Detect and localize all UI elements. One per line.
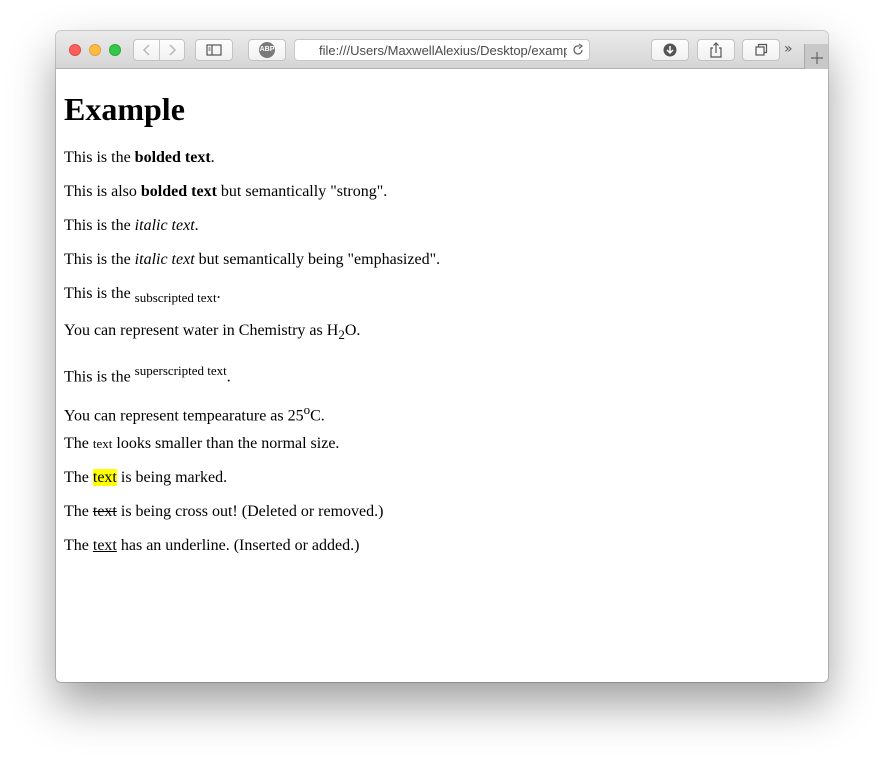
- marked-text: text: [92, 469, 117, 486]
- paragraph-deleted: The text is being cross out! (Deleted or…: [64, 502, 383, 522]
- inserted-text: text: [92, 537, 117, 554]
- text: This is also: [64, 183, 141, 200]
- plus-icon: [811, 52, 823, 64]
- back-forward-buttons: [133, 39, 185, 61]
- text: has an underline. (Inserted or added.): [116, 537, 360, 554]
- chevron-right-icon: [169, 44, 177, 56]
- text: .: [194, 217, 199, 234]
- text: This is the: [64, 285, 135, 302]
- url-text: file:///Users/MaxwellAlexius/Desktop/exa…: [319, 43, 567, 58]
- download-icon: [663, 43, 677, 57]
- browser-toolbar: ABP file:///Users/MaxwellAlexius/Desktop…: [56, 31, 828, 69]
- page-title: Example: [64, 91, 185, 127]
- tabs-overview-icon: [755, 43, 768, 56]
- reload-icon[interactable]: [571, 43, 585, 57]
- tabs-overview-button[interactable]: [742, 39, 780, 61]
- text: but semantically being "emphasized".: [194, 251, 441, 268]
- superscript-text: superscripted text: [134, 363, 227, 378]
- paragraph-strong: This is also bolded text but semanticall…: [64, 182, 387, 202]
- zoom-window-button[interactable]: [109, 44, 121, 56]
- text: C.: [310, 407, 325, 425]
- bold-text: bolded text: [134, 149, 211, 166]
- adblock-button[interactable]: ABP: [248, 39, 286, 61]
- deleted-text: text: [92, 503, 117, 520]
- paragraph-water: You can represent water in Chemistry as …: [64, 321, 360, 345]
- text: .: [216, 285, 221, 302]
- text: This is the: [64, 217, 135, 234]
- subscript-text: subscripted text: [134, 290, 217, 306]
- text: looks smaller than the normal size.: [112, 435, 340, 452]
- share-button[interactable]: [697, 39, 735, 61]
- text: This is the: [64, 251, 135, 268]
- paragraph-bold: This is the bolded text.: [64, 148, 215, 168]
- new-tab-button[interactable]: [804, 44, 828, 69]
- text: .: [226, 368, 231, 386]
- close-window-button[interactable]: [69, 44, 81, 56]
- paragraph-mark: The text is being marked.: [64, 468, 227, 488]
- page-content: Example This is the bolded text. This is…: [56, 69, 828, 682]
- text: This is the: [64, 368, 135, 386]
- text: is being marked.: [116, 469, 228, 486]
- text: You can represent tempearature as 25: [64, 407, 304, 425]
- paragraph-em: This is the italic text but semantically…: [64, 250, 440, 270]
- text: is being cross out! (Deleted or removed.…: [116, 503, 384, 520]
- paragraph-superscript: This is the superscripted text.: [64, 361, 231, 387]
- text: This is the: [64, 149, 135, 166]
- text: The: [64, 469, 93, 486]
- back-button[interactable]: [134, 40, 159, 60]
- share-icon: [710, 42, 722, 58]
- paragraph-temperature: You can represent tempearature as 25oC.: [64, 400, 325, 426]
- paragraph-subscript: This is the subscripted text.: [64, 284, 221, 308]
- text: The: [64, 503, 93, 520]
- address-bar[interactable]: file:///Users/MaxwellAlexius/Desktop/exa…: [294, 39, 590, 61]
- chevron-left-icon: [142, 44, 150, 56]
- forward-button[interactable]: [160, 40, 185, 60]
- minimize-window-button[interactable]: [89, 44, 101, 56]
- text: The: [64, 537, 93, 554]
- paragraph-italic: This is the italic text.: [64, 216, 199, 236]
- paragraph-small: The text looks smaller than the normal s…: [64, 434, 339, 454]
- text: but semantically "strong".: [216, 183, 388, 200]
- sidebar-icon: [206, 44, 222, 56]
- sidebar-button[interactable]: [195, 39, 233, 61]
- paragraph-inserted: The text has an underline. (Inserted or …: [64, 536, 359, 556]
- toolbar-overflow-icon[interactable]: »: [784, 41, 798, 57]
- text: You can represent water in Chemistry as …: [64, 322, 339, 339]
- italic-text: italic text: [134, 217, 195, 234]
- emphasized-text: italic text: [134, 251, 195, 268]
- text: O.: [344, 322, 361, 339]
- download-button[interactable]: [651, 39, 689, 61]
- small-text: text: [92, 436, 113, 451]
- strong-text: bolded text: [140, 183, 217, 200]
- text: The: [64, 435, 93, 452]
- text: .: [210, 149, 215, 166]
- adblock-label: ABP: [259, 46, 275, 53]
- browser-window: ABP file:///Users/MaxwellAlexius/Desktop…: [56, 31, 828, 682]
